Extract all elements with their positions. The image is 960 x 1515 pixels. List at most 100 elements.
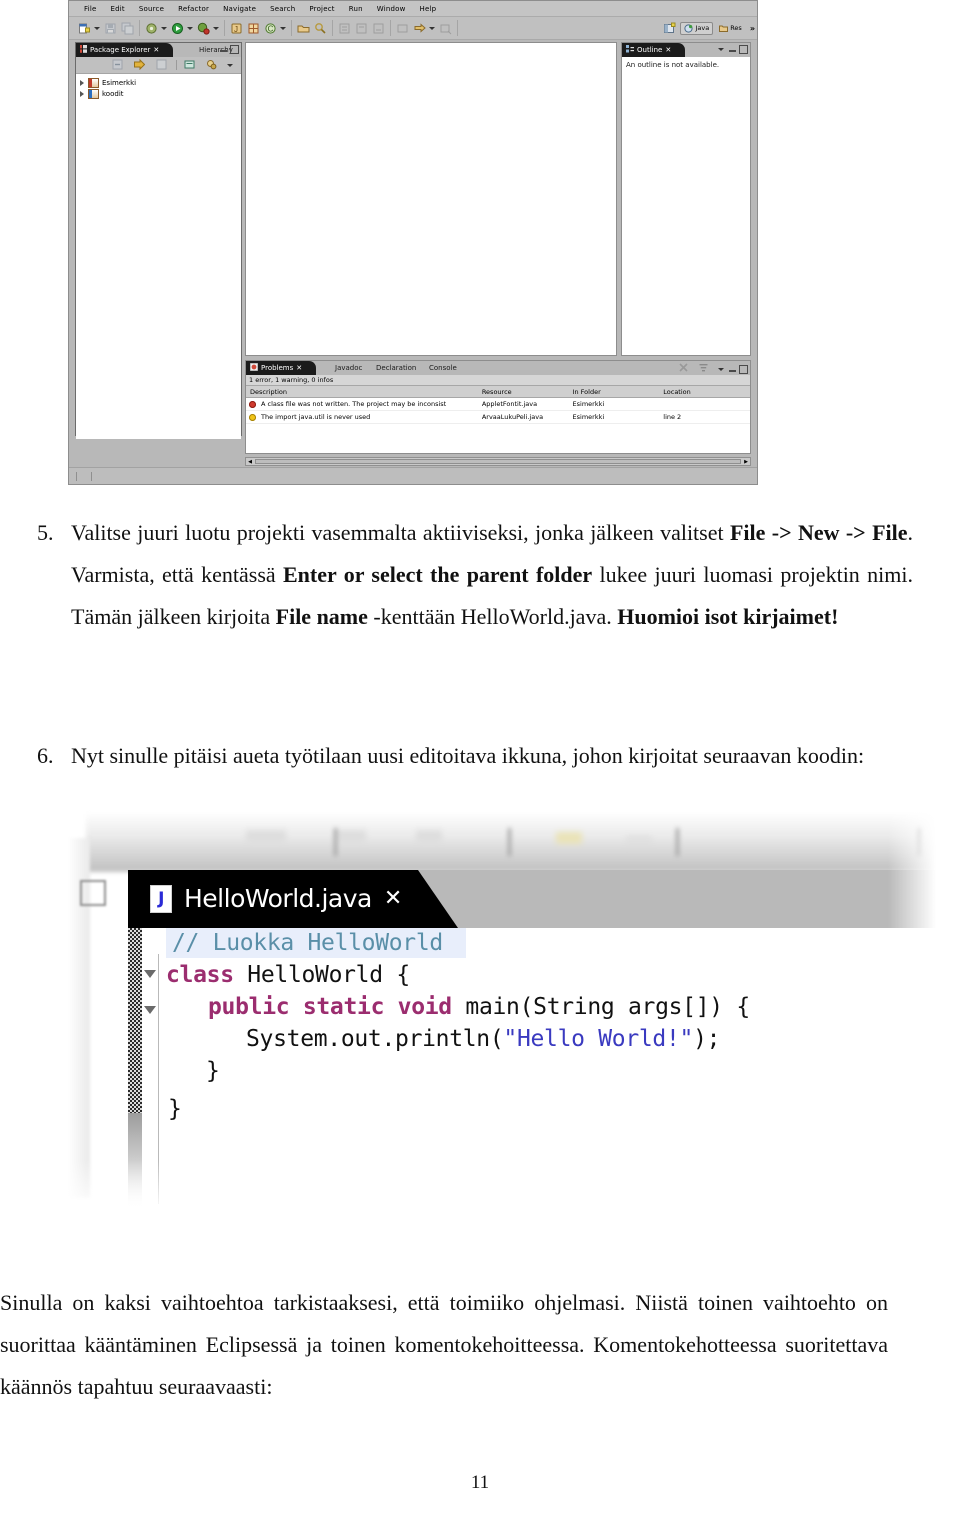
tree-item-esimerkki[interactable]: Esimerkki (80, 77, 241, 88)
menu-item-navigate[interactable]: Navigate (216, 5, 263, 13)
tab-problems[interactable]: Problems ✕ (246, 361, 317, 375)
back-icon[interactable] (396, 22, 409, 35)
perspective-overflow-icon[interactable]: » (750, 24, 755, 33)
view-menu-dropdown-icon[interactable] (718, 368, 724, 371)
code-editor[interactable]: // Luokka HelloWorld class HelloWorld { … (128, 928, 948, 1208)
blur-blob (246, 830, 286, 842)
forward-dropdown-icon[interactable] (429, 26, 435, 30)
tab-package-explorer[interactable]: Package Explorer ✕ (76, 43, 174, 57)
svg-text:C: C (268, 24, 274, 33)
column-description[interactable]: Description (246, 388, 478, 396)
view-menu-icon[interactable] (184, 59, 197, 72)
minimize-icon[interactable] (729, 367, 736, 372)
editor-area[interactable] (245, 42, 617, 356)
menu-item-project[interactable]: Project (302, 5, 341, 13)
perspective-java-button[interactable]: Java (680, 21, 714, 35)
last-edit-icon[interactable] (372, 22, 385, 35)
tab-outline[interactable]: Outline ✕ (622, 43, 686, 57)
menu-item-window[interactable]: Window (370, 5, 413, 13)
right-fade (888, 808, 948, 1220)
debug-icon[interactable] (197, 22, 210, 35)
new-package-icon[interactable] (247, 22, 260, 35)
new-class-icon[interactable]: C (264, 22, 277, 35)
editor-tab-content: J HelloWorld.java ✕ (150, 884, 402, 913)
search-icon[interactable] (314, 22, 327, 35)
close-icon[interactable]: ✕ (296, 364, 302, 372)
maximize-icon[interactable] (739, 365, 748, 374)
menu-item-file[interactable]: File (77, 5, 104, 13)
svg-text:J: J (234, 25, 238, 34)
close-icon[interactable]: ✕ (665, 46, 671, 54)
expand-arrow-icon[interactable] (80, 79, 84, 86)
tree-item-label: Esimerkki (102, 78, 137, 87)
save-icon[interactable] (104, 22, 117, 35)
delete-icon[interactable] (679, 363, 692, 376)
list-item: 6. Nyt sinulle pitäisi aueta työtilaan u… (34, 735, 914, 777)
view-menu-dropdown-icon[interactable] (718, 48, 724, 51)
menu-item-run[interactable]: Run (342, 5, 370, 13)
external-tools-dropdown-icon[interactable] (161, 26, 167, 30)
new-java-project-icon[interactable]: J (230, 22, 243, 35)
column-resource[interactable]: Resource (478, 388, 569, 396)
new-class-dropdown-icon[interactable] (280, 26, 286, 30)
next-annotation-icon[interactable] (338, 22, 351, 35)
table-row[interactable]: A class file was not written. The projec… (246, 398, 750, 411)
blur-blob (416, 830, 442, 842)
scrollbar-thumb[interactable] (255, 459, 741, 464)
open-perspective-icon[interactable] (663, 22, 676, 35)
column-location[interactable]: Location (659, 388, 750, 396)
save-all-icon[interactable] (121, 22, 134, 35)
text-segment-bold: Huomioi isot kirjaimet! (617, 604, 839, 629)
close-icon[interactable]: ✕ (153, 46, 159, 54)
tab-console[interactable]: Console (424, 361, 462, 375)
close-icon[interactable]: ✕ (384, 886, 402, 911)
column-in-folder[interactable]: In Folder (569, 388, 660, 396)
minimize-icon[interactable] (729, 47, 736, 52)
warning-icon (249, 413, 256, 421)
filter-icon[interactable] (206, 59, 219, 72)
fold-arrow-icon[interactable] (144, 1006, 156, 1014)
minimize-icon[interactable] (220, 47, 227, 52)
new-wizard-dropdown-icon[interactable] (94, 26, 100, 30)
maximize-icon[interactable] (230, 45, 239, 54)
problem-in-folder: Esimerkki (572, 400, 605, 408)
workbench-area: Package Explorer ✕ Hierarchy Esimerkki k… (69, 38, 757, 484)
run-dropdown-icon[interactable] (187, 26, 193, 30)
blur-blob-yellow (556, 832, 582, 844)
tree-item-koodit[interactable]: koodit (80, 88, 241, 99)
link-with-editor-icon[interactable] (134, 58, 147, 72)
main-toolbar: J C Java Res » (69, 17, 757, 40)
external-tools-icon[interactable] (145, 22, 158, 35)
previous-annotation-icon[interactable] (355, 22, 368, 35)
run-icon[interactable] (171, 22, 184, 35)
menu-item-edit[interactable]: Edit (104, 5, 132, 13)
new-wizard-icon[interactable] (78, 22, 91, 35)
debug-dropdown-icon[interactable] (213, 26, 219, 30)
menu-item-refactor[interactable]: Refactor (171, 5, 216, 13)
menu-item-help[interactable]: Help (413, 5, 444, 13)
view-dropdown-icon[interactable] (227, 63, 233, 67)
horizontal-scrollbar[interactable]: ◀ ▶ (245, 457, 751, 466)
scroll-right-arrow-icon[interactable]: ▶ (742, 458, 750, 465)
maximize-icon[interactable] (739, 45, 748, 54)
fold-arrow-icon[interactable] (144, 970, 156, 978)
tab-declaration[interactable]: Declaration (371, 361, 421, 375)
perspective-resource-button[interactable]: Res (715, 22, 746, 35)
table-row[interactable]: The import java.util is never used Arvaa… (246, 411, 750, 424)
collapse-all-icon[interactable] (112, 59, 125, 72)
expand-arrow-icon[interactable] (80, 90, 84, 97)
scroll-left-arrow-icon[interactable]: ◀ (246, 458, 254, 465)
editor-gutter[interactable] (128, 928, 142, 1113)
code-line: } (206, 1058, 220, 1084)
menu-item-source[interactable]: Source (132, 5, 171, 13)
forward-icon[interactable] (413, 22, 426, 35)
focus-icon[interactable] (156, 59, 169, 72)
tab-javadoc[interactable]: Javadoc (330, 361, 367, 375)
problems-column-headers: Description Resource In Folder Location (246, 386, 750, 398)
filters-icon[interactable] (699, 363, 712, 376)
menu-item-search[interactable]: Search (263, 5, 302, 13)
restore-view-icon[interactable] (80, 880, 106, 906)
open-type-icon[interactable] (297, 22, 310, 35)
package-explorer-tabs: Package Explorer ✕ Hierarchy (76, 43, 241, 57)
pin-editor-icon[interactable] (439, 22, 452, 35)
